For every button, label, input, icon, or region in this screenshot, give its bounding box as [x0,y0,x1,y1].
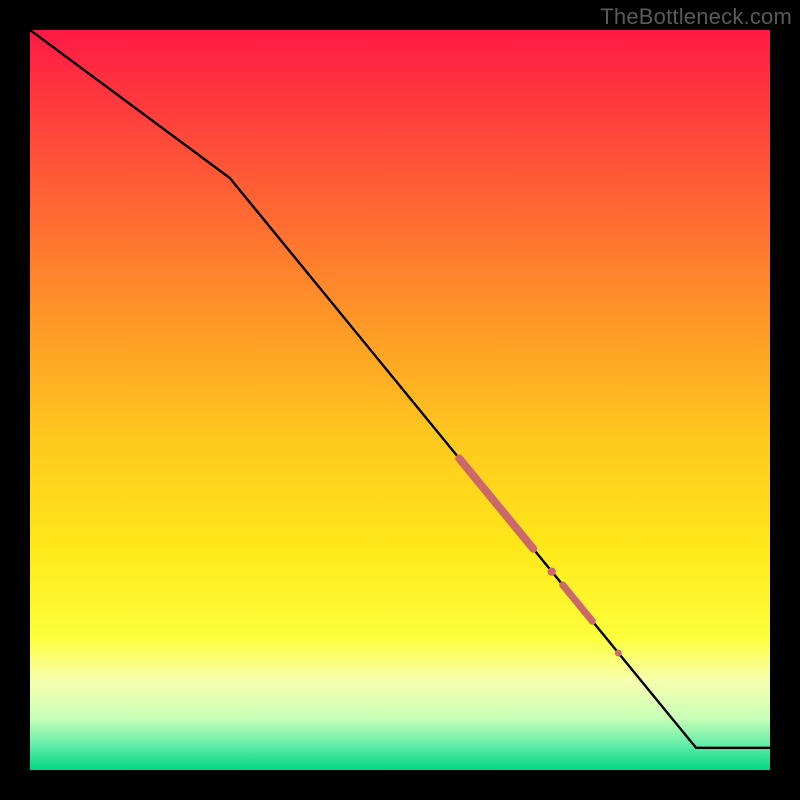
chart-plot-area [30,30,770,770]
chart-stage: TheBottleneck.com [0,0,800,800]
chart-svg [30,30,770,770]
highlight-dot [548,567,556,575]
gradient-background [30,30,770,770]
watermark-text: TheBottleneck.com [600,4,792,30]
highlight-dot [615,650,622,657]
